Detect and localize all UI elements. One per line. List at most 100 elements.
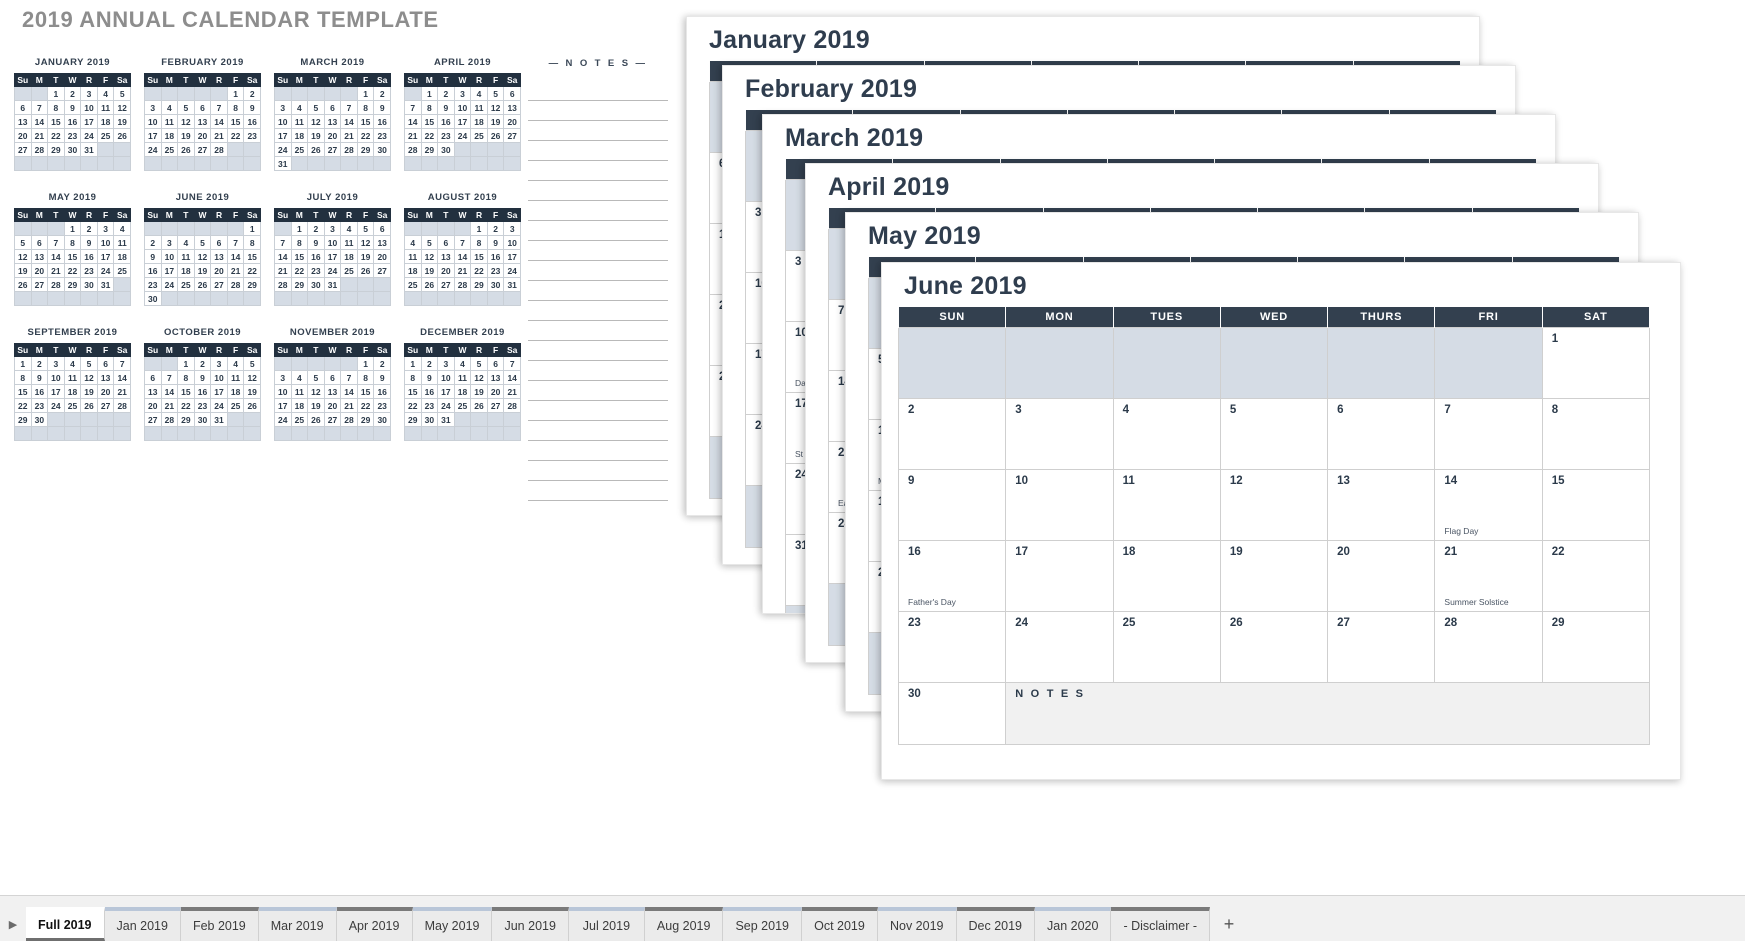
month-day-cell[interactable]: 18 [1112, 539, 1221, 612]
mini-day-cell-empty[interactable] [274, 426, 292, 441]
mini-day-cell[interactable]: 4 [63, 356, 82, 371]
sheet-tab-may-2019[interactable]: May 2019 [412, 907, 493, 941]
mini-day-cell[interactable]: 2 [437, 86, 455, 101]
month-day-cell-blank[interactable] [1005, 326, 1114, 399]
mini-day-cell[interactable]: 12 [193, 249, 212, 264]
mini-day-cell-empty[interactable] [14, 426, 32, 441]
mini-day-cell[interactable]: 5 [243, 356, 261, 371]
mini-day-cell[interactable]: 3 [274, 370, 292, 385]
mini-day-cell[interactable]: 30 [437, 142, 455, 157]
mini-day-cell[interactable]: 23 [193, 398, 212, 413]
mini-day-cell[interactable]: 16 [243, 114, 261, 129]
mini-day-cell-empty[interactable] [210, 291, 228, 306]
notes-line[interactable] [528, 421, 668, 441]
mini-day-cell-empty[interactable] [243, 142, 261, 157]
mini-day-cell-empty[interactable] [30, 426, 49, 441]
mini-day-cell[interactable]: 11 [96, 100, 115, 115]
notes-line[interactable] [528, 461, 668, 481]
mini-day-cell[interactable]: 1 [226, 86, 245, 101]
mini-day-cell[interactable]: 24 [274, 142, 292, 157]
month-sheet-jun[interactable]: June 2019 SUN MON TUES WED THURS FRI SAT 1 2 3 4 5 6 7… [881, 262, 1681, 780]
month-day-cell[interactable]: 11 [1112, 468, 1221, 541]
mini-day-cell[interactable]: 13 [486, 370, 505, 385]
mini-day-cell-empty[interactable] [437, 156, 455, 171]
mini-day-cell-empty[interactable] [96, 142, 115, 157]
mini-day-cell[interactable]: 22 [356, 398, 375, 413]
mini-day-cell[interactable]: 15 [420, 114, 439, 129]
month-day-cell-blank[interactable] [1112, 326, 1221, 399]
month-day-cell[interactable]: 26 [1219, 610, 1329, 683]
mini-day-cell[interactable]: 9 [30, 370, 49, 385]
mini-day-cell-empty[interactable] [420, 426, 439, 441]
mini-day-cell[interactable]: 17 [80, 114, 98, 129]
mini-day-cell[interactable]: 6 [14, 100, 32, 115]
mini-day-cell[interactable]: 11 [63, 370, 82, 385]
mini-day-cell[interactable]: 31 [274, 156, 292, 171]
mini-day-cell-empty[interactable] [193, 86, 212, 101]
mini-day-cell[interactable]: 8 [63, 235, 82, 250]
notes-line[interactable] [528, 341, 668, 361]
mini-day-cell-empty[interactable] [404, 156, 422, 171]
mini-day-cell[interactable]: 3 [437, 356, 455, 371]
mini-day-cell-empty[interactable] [323, 426, 342, 441]
mini-day-cell[interactable]: 27 [14, 142, 32, 157]
mini-day-cell[interactable]: 8 [243, 235, 261, 250]
mini-day-cell[interactable]: 14 [503, 370, 521, 385]
mini-day-cell-empty[interactable] [96, 412, 115, 427]
mini-day-cell[interactable]: 5 [307, 370, 325, 385]
mini-day-cell[interactable]: 8 [356, 100, 375, 115]
mini-day-cell[interactable]: 16 [437, 114, 455, 129]
mini-day-cell[interactable]: 24 [503, 263, 521, 278]
mini-day-cell[interactable]: 5 [14, 235, 32, 250]
month-day-cell[interactable]: 4 [1112, 397, 1221, 470]
mini-day-cell[interactable]: 22 [356, 128, 375, 143]
mini-day-cell[interactable]: 3 [210, 356, 228, 371]
mini-day-cell[interactable]: 24 [453, 128, 472, 143]
mini-day-cell[interactable]: 10 [274, 114, 292, 129]
mini-day-cell[interactable]: 6 [96, 356, 115, 371]
mini-day-cell[interactable]: 17 [274, 398, 292, 413]
mini-day-cell-empty[interactable] [453, 412, 472, 427]
mini-day-cell[interactable]: 5 [470, 356, 488, 371]
mini-day-cell[interactable]: 23 [486, 263, 505, 278]
mini-day-cell-empty[interactable] [470, 426, 488, 441]
mini-day-cell[interactable]: 18 [470, 114, 488, 129]
mini-day-cell[interactable]: 8 [404, 370, 422, 385]
mini-day-cell[interactable]: 6 [437, 235, 455, 250]
mini-day-cell-empty[interactable] [243, 412, 261, 427]
mini-day-cell[interactable]: 10 [437, 370, 455, 385]
mini-day-cell[interactable]: 12 [486, 100, 505, 115]
mini-day-cell[interactable]: 13 [323, 114, 342, 129]
notes-line[interactable] [528, 401, 668, 421]
mini-day-cell-empty[interactable] [307, 291, 325, 306]
mini-day-cell[interactable]: 16 [193, 384, 212, 399]
mini-day-cell[interactable]: 20 [193, 128, 212, 143]
mini-day-cell[interactable]: 5 [356, 221, 375, 236]
mini-day-cell[interactable]: 16 [373, 114, 391, 129]
mini-day-cell[interactable]: 17 [453, 114, 472, 129]
mini-day-cell-empty[interactable] [307, 426, 325, 441]
mini-day-cell[interactable]: 28 [47, 277, 65, 292]
mini-day-cell[interactable]: 7 [160, 370, 179, 385]
month-day-cell[interactable]: 27 [1327, 610, 1436, 683]
mini-day-cell[interactable]: 2 [486, 221, 505, 236]
mini-day-cell[interactable]: 5 [113, 86, 131, 101]
mini-day-cell-empty[interactable] [193, 426, 212, 441]
mini-day-cell-empty[interactable] [420, 221, 439, 236]
mini-day-cell-empty[interactable] [404, 291, 422, 306]
notes-line[interactable] [528, 121, 668, 141]
mini-day-cell[interactable]: 13 [503, 100, 521, 115]
mini-day-cell-empty[interactable] [144, 426, 162, 441]
mini-day-cell[interactable]: 10 [160, 249, 179, 264]
mini-day-cell-empty[interactable] [210, 426, 228, 441]
mini-day-cell[interactable]: 15 [356, 114, 375, 129]
mini-day-cell[interactable]: 30 [486, 277, 505, 292]
mini-day-cell[interactable]: 13 [144, 384, 162, 399]
mini-day-cell[interactable]: 1 [420, 86, 439, 101]
mini-day-cell-empty[interactable] [486, 156, 505, 171]
mini-day-cell[interactable]: 7 [340, 370, 358, 385]
sheet-tab-sep-2019[interactable]: Sep 2019 [723, 907, 802, 941]
mini-day-cell[interactable]: 23 [437, 128, 455, 143]
mini-day-cell[interactable]: 5 [80, 356, 98, 371]
mini-day-cell[interactable]: 2 [144, 235, 162, 250]
